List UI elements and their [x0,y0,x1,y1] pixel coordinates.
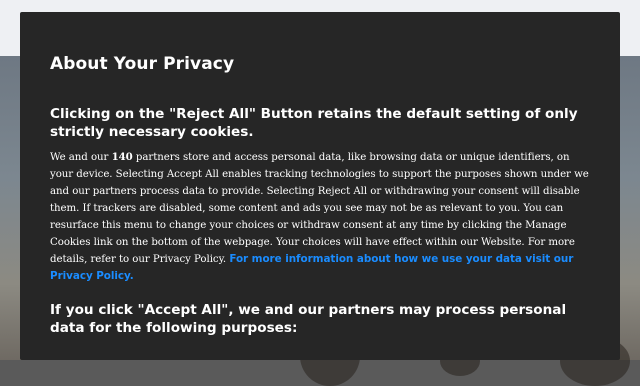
privacy-description: We and our 140 partners store and access… [50,149,590,285]
dialog-title: About Your Privacy [50,54,235,74]
description-text: partners store and access personal data,… [50,152,589,265]
partner-count: 140 [111,151,133,163]
privacy-dialog: About Your Privacy Clicking on the "Reje… [20,12,620,360]
accept-all-heading: If you click "Accept All", we and our pa… [50,302,567,336]
reject-all-heading: Clicking on the "Reject All" Button reta… [50,106,578,140]
description-prefix: We and our [50,152,109,163]
